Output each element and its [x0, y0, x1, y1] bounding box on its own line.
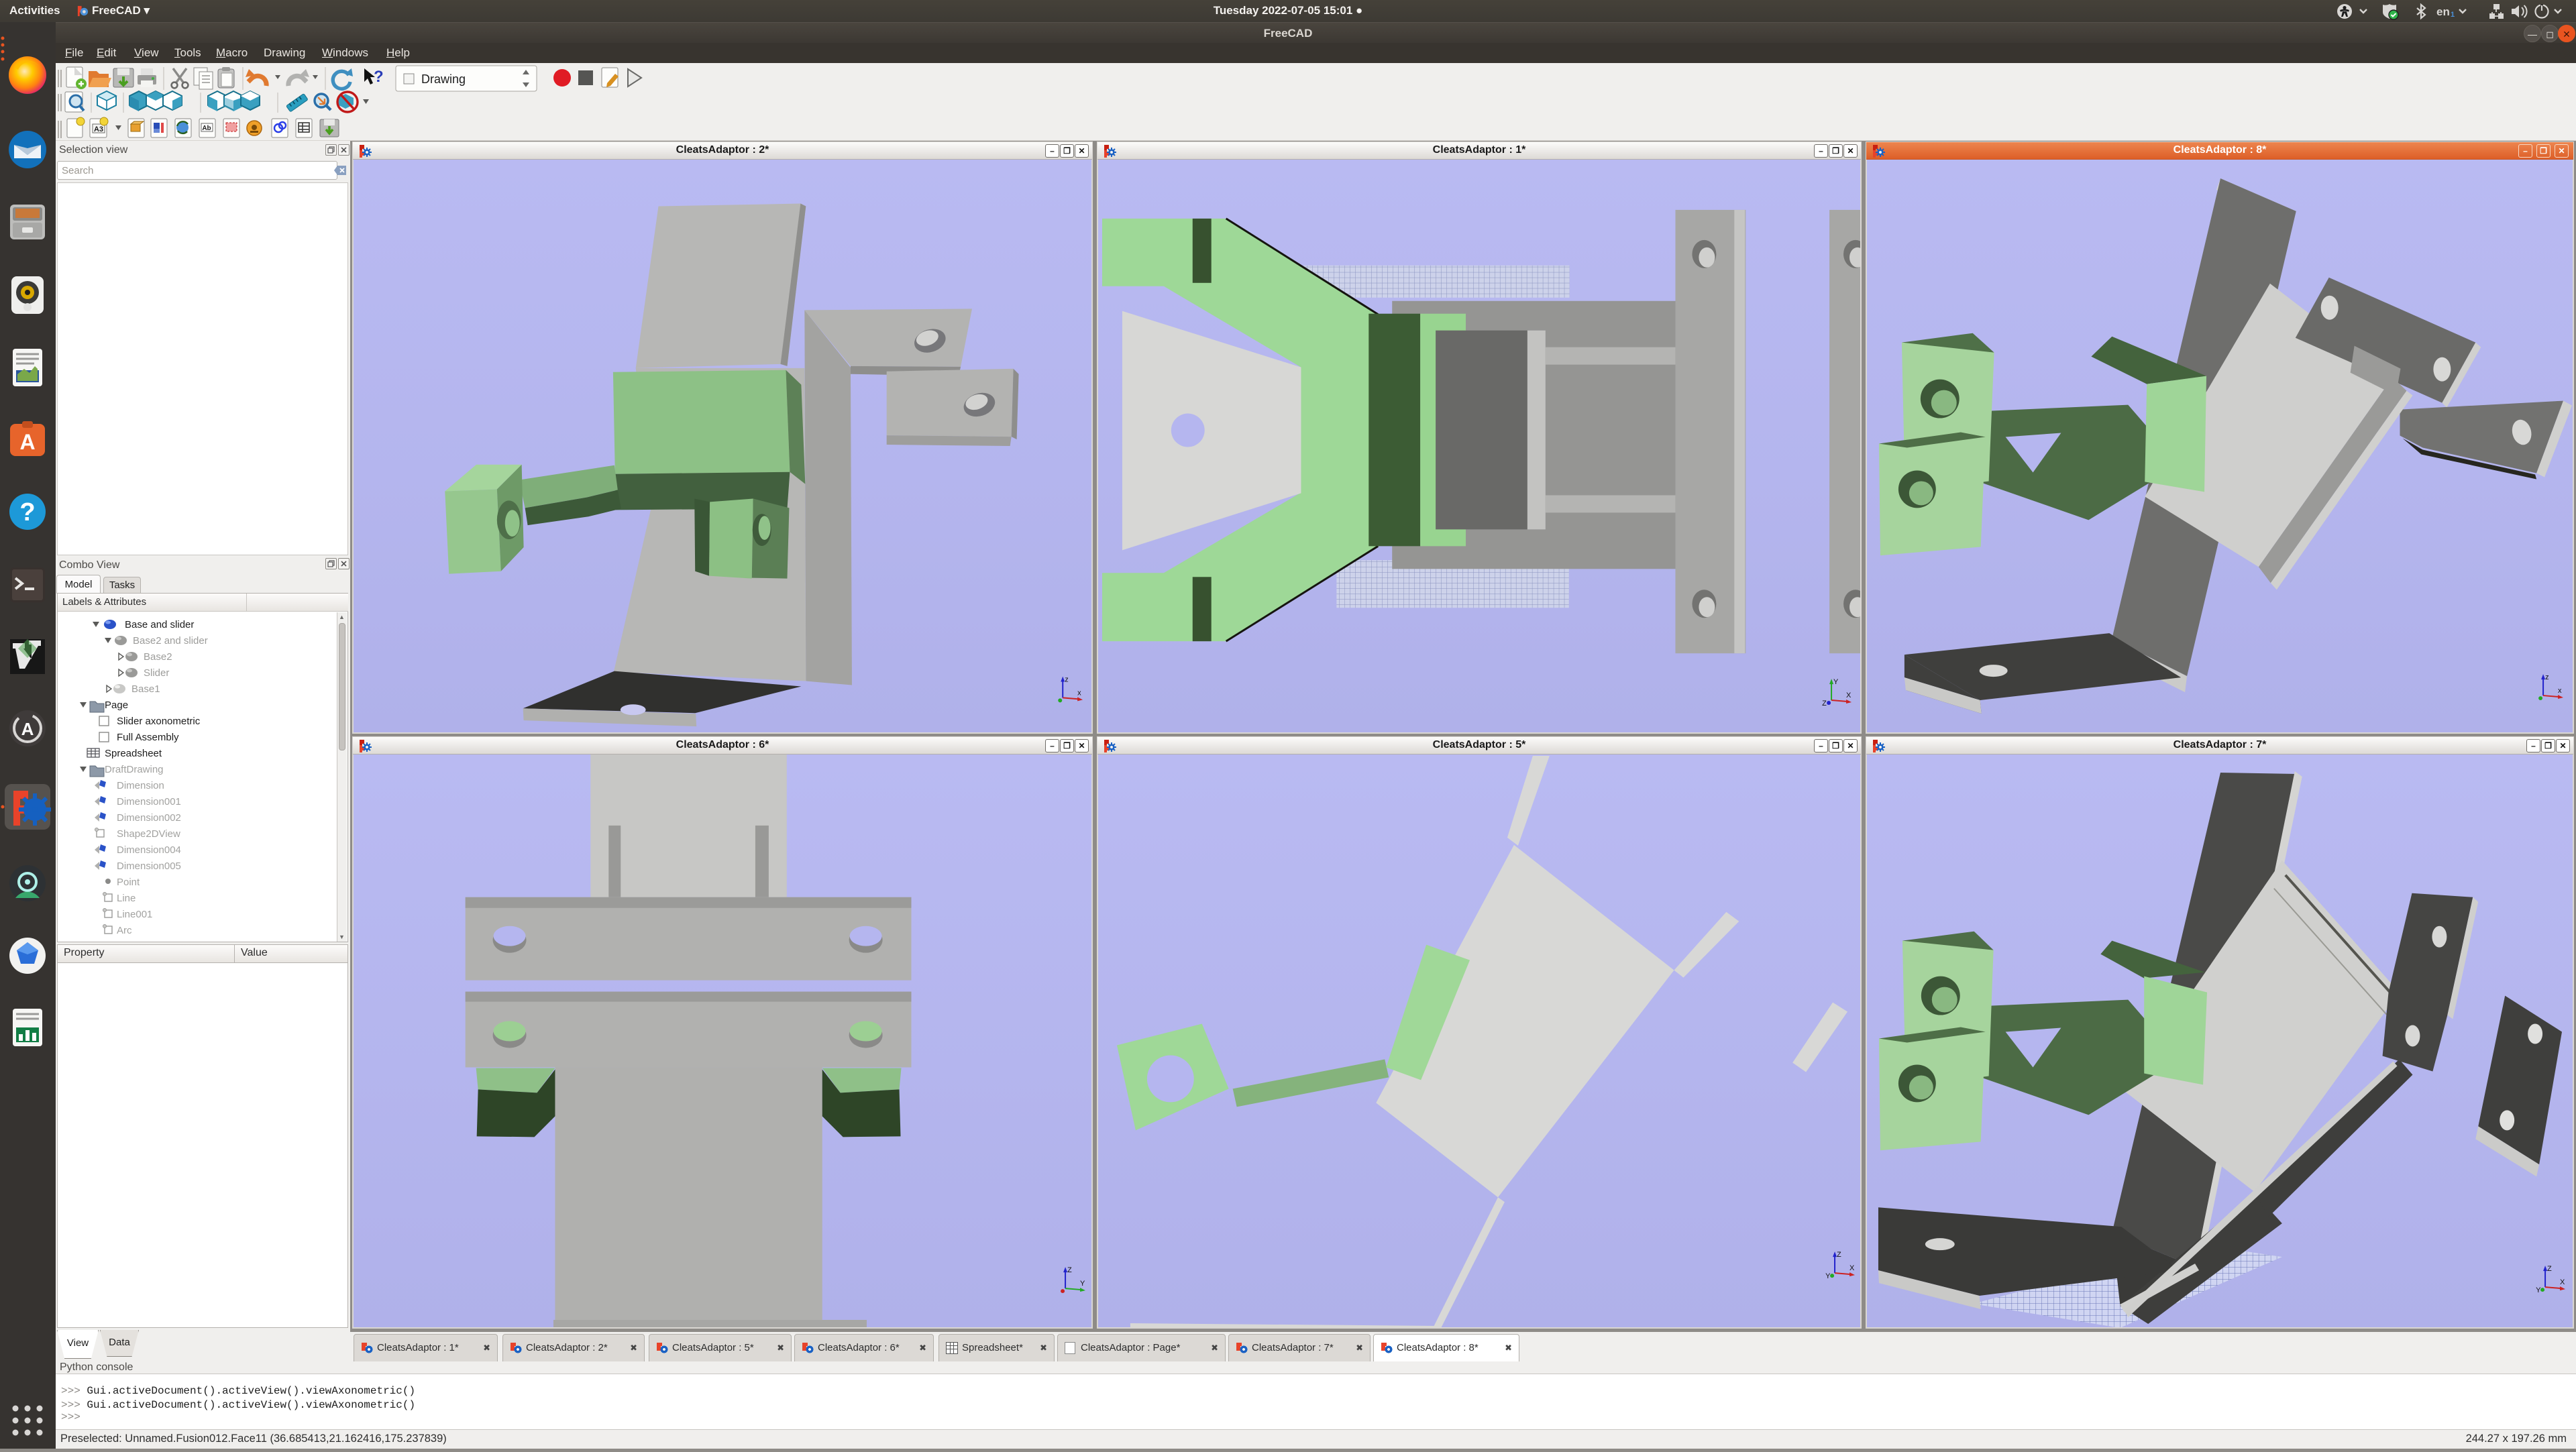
- svg-text:z: z: [1065, 676, 1068, 684]
- svg-text:Z: Z: [2547, 1265, 2552, 1273]
- svg-text:?: ?: [19, 498, 35, 526]
- svg-text:Drawing: Drawing: [421, 72, 466, 86]
- svg-text:Arc: Arc: [117, 925, 132, 936]
- svg-text:DraftDrawing: DraftDrawing: [105, 764, 164, 775]
- svg-text:X: X: [2560, 1278, 2565, 1286]
- svg-text:Dimension001: Dimension001: [117, 796, 181, 807]
- svg-text:Spreadsheet: Spreadsheet: [105, 748, 162, 759]
- svg-text:Point: Point: [117, 877, 140, 888]
- svg-text:Y: Y: [1825, 1272, 1831, 1280]
- svg-text:en: en: [2436, 5, 2450, 18]
- svg-text:Ab: Ab: [202, 125, 211, 132]
- svg-text:Y: Y: [1833, 678, 1839, 686]
- svg-text:Dimension002: Dimension002: [117, 812, 181, 824]
- svg-text:A: A: [19, 430, 35, 454]
- svg-text:Page: Page: [105, 700, 128, 711]
- svg-text:X: X: [1846, 691, 1851, 700]
- svg-text:Dimension: Dimension: [117, 780, 164, 791]
- svg-text:Y: Y: [2536, 1286, 2541, 1294]
- svg-text:Base2 and slider: Base2 and slider: [133, 635, 208, 647]
- svg-text:x: x: [2558, 687, 2562, 695]
- svg-text:Slider axonometric: Slider axonometric: [117, 716, 201, 727]
- svg-text:A: A: [21, 719, 34, 739]
- svg-text:Line001: Line001: [117, 909, 152, 920]
- svg-text:Full Assembly: Full Assembly: [117, 732, 179, 743]
- svg-text:Shape2DView: Shape2DView: [117, 828, 180, 840]
- svg-text:Base2: Base2: [144, 651, 172, 663]
- svg-text:Dimension004: Dimension004: [117, 844, 181, 856]
- svg-text:Z: Z: [1067, 1266, 1072, 1274]
- svg-text:?: ?: [374, 68, 384, 86]
- svg-text:Line: Line: [117, 893, 136, 904]
- svg-text:Dimension005: Dimension005: [117, 860, 181, 872]
- svg-text:X: X: [1849, 1264, 1855, 1272]
- svg-text:Y: Y: [1080, 1280, 1085, 1288]
- svg-text:Z: Z: [1822, 700, 1827, 708]
- svg-text:Base and slider: Base and slider: [125, 619, 194, 630]
- svg-text:A3: A3: [94, 125, 103, 133]
- svg-text:z: z: [2545, 673, 2548, 681]
- svg-text:x: x: [1077, 689, 1081, 697]
- svg-text:Base1: Base1: [131, 683, 160, 695]
- svg-text:Z: Z: [1837, 1251, 1841, 1259]
- svg-text:Slider: Slider: [144, 667, 169, 679]
- svg-text:1: 1: [2451, 11, 2455, 19]
